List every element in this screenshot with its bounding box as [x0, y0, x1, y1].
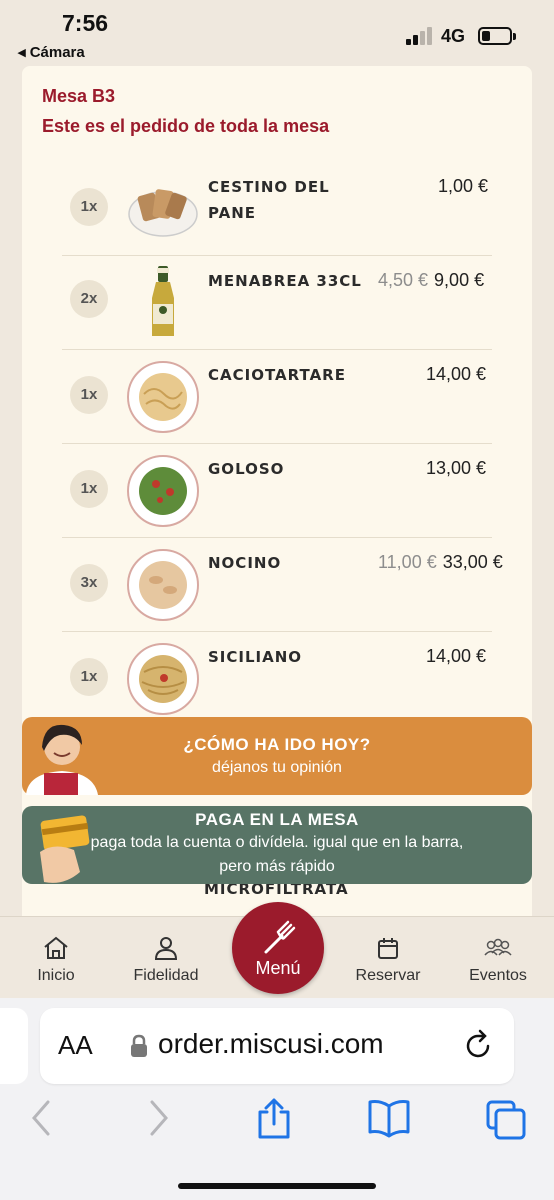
- url-text: order.miscusi.com: [158, 1028, 384, 1059]
- home-icon: [44, 936, 68, 959]
- reader-settings-button[interactable]: AA: [58, 1030, 93, 1061]
- network-type: 4G: [441, 26, 466, 46]
- fork-icon: [264, 920, 296, 954]
- quantity-badge: 1x: [70, 376, 108, 414]
- share-icon[interactable]: [254, 1098, 294, 1140]
- pasta-dish-image: [127, 455, 199, 527]
- cell-signal-icon: [406, 27, 434, 45]
- browser-toolbar: AA order.miscusi.com: [0, 998, 554, 1200]
- lock-icon: [131, 1034, 147, 1057]
- nav-fidelidad-label: Fidelidad: [133, 967, 199, 984]
- user-icon: [154, 937, 178, 960]
- beer-bottle-image: [152, 266, 174, 336]
- order-item-row: 1x CESTINO DEL PANE 1,00 €: [62, 162, 492, 256]
- item-total: 1,00 €: [438, 176, 489, 196]
- tabs-icon[interactable]: [484, 1098, 528, 1140]
- reload-icon[interactable]: [464, 1028, 494, 1062]
- item-name: SICILIANO: [208, 648, 303, 666]
- item-total: 14,00 €: [426, 364, 487, 384]
- back-to-camera-link[interactable]: ◂ Cámara: [18, 43, 85, 61]
- quantity-badge: 1x: [70, 188, 108, 226]
- item-price: 14,00 €: [426, 364, 486, 385]
- group-icon: [484, 938, 512, 956]
- back-arrow-icon[interactable]: [28, 1098, 54, 1138]
- item-price: 4,50 €9,00 €: [378, 270, 484, 291]
- order-item-row: 1x GOLOSO 13,00 €: [62, 444, 492, 538]
- feedback-banner[interactable]: ¿CÓMO HA IDO HOY? déjanos tu opinión: [22, 717, 532, 795]
- calendar-icon: [378, 938, 398, 959]
- nav-eventos[interactable]: Eventos: [448, 935, 548, 985]
- pasta-dish-image: [127, 643, 199, 715]
- order-item-row: 1x SICILIANO 14,00 €: [62, 632, 492, 726]
- pasta-dish-image: [127, 549, 199, 621]
- address-bar[interactable]: AA order.miscusi.com: [40, 1008, 514, 1084]
- nav-reservar-label: Reservar: [355, 967, 421, 984]
- bookmarks-icon[interactable]: [366, 1098, 412, 1138]
- quantity-badge: 2x: [70, 280, 108, 318]
- item-name: GOLOSO: [208, 460, 285, 478]
- item-total: 9,00 €: [434, 270, 485, 290]
- menu-button-label: Menú: [255, 958, 301, 978]
- order-item-row: 3x NOCINO 11,00 €33,00 €: [62, 538, 503, 632]
- nav-reservar[interactable]: Reservar: [338, 935, 438, 985]
- battery-icon: [478, 27, 516, 45]
- quantity-badge: 3x: [70, 564, 108, 602]
- bread-basket-image: [128, 189, 198, 237]
- pasta-dish-image: [127, 361, 199, 433]
- card-in-hand-icon: [40, 815, 90, 883]
- item-total: 14,00 €: [426, 646, 487, 666]
- item-name: NOCINO: [208, 554, 282, 572]
- item-total: 13,00 €: [426, 458, 487, 478]
- nav-eventos-label: Eventos: [469, 967, 527, 984]
- nav-inicio[interactable]: Inicio: [6, 935, 106, 985]
- waitress-illustration: [26, 724, 98, 795]
- status-bar: 7:56 ◂ Cámara 4G: [0, 0, 554, 66]
- order-card: Mesa B3 Este es el pedido de toda la mes…: [22, 66, 532, 926]
- menu-button[interactable]: Menú: [232, 902, 324, 994]
- item-name: CACIOTARTARE: [208, 366, 346, 384]
- order-item-row: 1x CACIOTARTARE 14,00 €: [62, 350, 492, 444]
- pay-at-table-banner[interactable]: PAGA EN LA MESA paga toda la cuenta o di…: [22, 806, 532, 884]
- item-name: MENABREA 33CL: [208, 272, 362, 290]
- table-title: Mesa B3: [42, 86, 116, 106]
- unit-price: 11,00 €: [378, 552, 437, 572]
- previous-tab-preview[interactable]: [0, 1008, 28, 1084]
- nav-fidelidad[interactable]: Fidelidad: [116, 935, 216, 985]
- order-subtitle: Este es el pedido de toda la mesa: [42, 116, 330, 136]
- forward-arrow-icon[interactable]: [146, 1098, 172, 1138]
- item-price: 1,00 €: [438, 176, 488, 197]
- item-price: 13,00 €: [426, 458, 486, 479]
- item-total: 33,00 €: [442, 552, 503, 572]
- item-price: 14,00 €: [426, 646, 486, 667]
- clock: 7:56: [62, 10, 109, 36]
- item-name: CESTINO DEL PANE: [208, 178, 330, 222]
- item-price: 11,00 €33,00 €: [378, 552, 503, 573]
- unit-price: 4,50 €: [378, 270, 429, 290]
- nav-inicio-label: Inicio: [37, 967, 75, 984]
- home-indicator: [178, 1183, 376, 1189]
- quantity-badge: 1x: [70, 658, 108, 696]
- quantity-badge: 1x: [70, 470, 108, 508]
- order-item-row: 2x MENABREA 33CL 4,50 €9,00 €: [62, 256, 492, 350]
